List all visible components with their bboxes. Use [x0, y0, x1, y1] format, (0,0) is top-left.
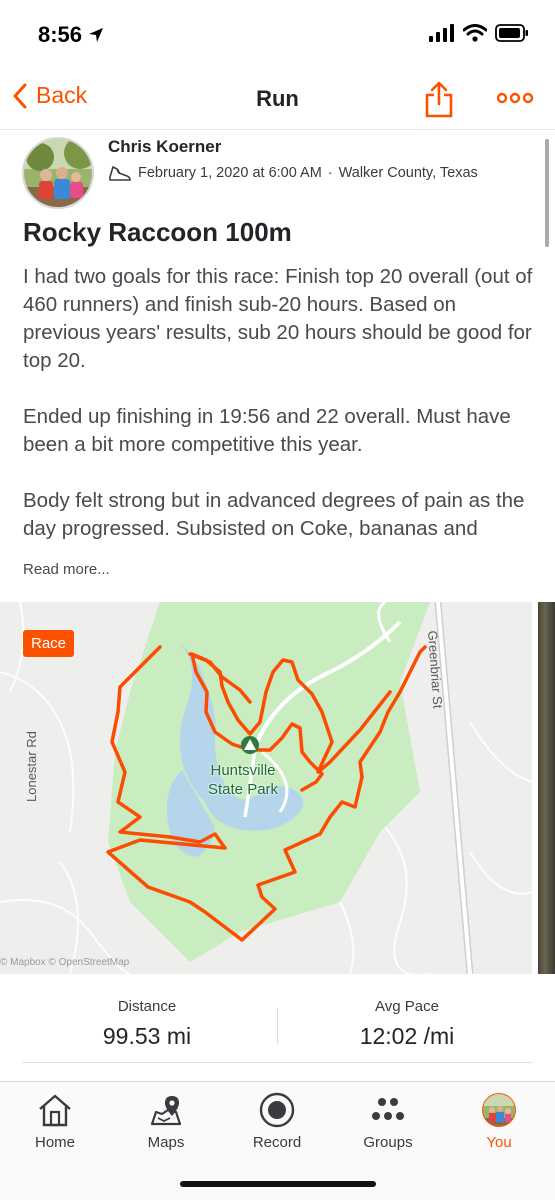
park-label-line2: State Park: [208, 781, 279, 798]
park-label: Huntsville State Park: [208, 761, 278, 799]
stat-distance: Distance 99.53 mi: [17, 998, 277, 1050]
back-label: Back: [36, 82, 88, 108]
nav-bar: Back Run: [0, 70, 555, 130]
tab-home[interactable]: Home: [10, 1090, 100, 1151]
stat-avg-pace: Avg Pace 12:02 /mi: [277, 998, 537, 1050]
stat-label: Avg Pace: [375, 998, 439, 1015]
activity-meta: February 1, 2020 at 6:00 AM · Walker Cou…: [108, 163, 478, 183]
status-icons: [429, 24, 529, 42]
stats-divider-line: [22, 1062, 533, 1063]
wifi-icon: [463, 24, 487, 42]
tab-groups[interactable]: Groups: [343, 1090, 433, 1151]
activity-date: February 1, 2020 at 6:00 AM: [138, 165, 322, 181]
status-bar: 8:56: [0, 0, 555, 70]
meta-separator: ·: [327, 165, 333, 181]
stat-value: 12:02 /mi: [359, 1023, 455, 1049]
tab-label: Maps: [147, 1134, 185, 1151]
tab-record[interactable]: Record: [232, 1090, 322, 1151]
activity-stats: Distance 99.53 mi Avg Pace 12:02 /mi: [0, 986, 555, 1066]
tab-label: You: [486, 1134, 512, 1151]
map-attribution[interactable]: © Mapbox © OpenStreetMap: [0, 957, 129, 968]
athlete-header[interactable]: [22, 137, 94, 209]
battery-icon: [495, 24, 528, 42]
tab-bar: Home Maps Record Groups You: [0, 1081, 555, 1200]
description-paragraph: Ended up finishing in 19:56 and 22 overa…: [23, 405, 511, 456]
scrollbar[interactable]: [545, 139, 549, 247]
stat-value: 99.53 mi: [102, 1023, 192, 1049]
back-button[interactable]: Back: [12, 82, 87, 109]
stat-label: Distance: [117, 998, 177, 1015]
activity-detail[interactable]: Chris Koerner February 1, 2020 at 6:00 A…: [0, 131, 555, 1081]
description-paragraph: Body felt strong but in advanced degrees…: [23, 489, 525, 540]
groups-icon: [368, 1090, 408, 1130]
location-arrow-icon: [89, 28, 104, 42]
share-icon[interactable]: [424, 80, 454, 118]
chevron-left-icon: [13, 83, 27, 108]
athlete-avatar[interactable]: [22, 137, 94, 209]
avatar-photo: [24, 139, 92, 207]
more-options-icon[interactable]: [496, 86, 534, 110]
tab-label: Home: [34, 1134, 75, 1151]
maps-icon: [146, 1090, 186, 1130]
home-icon: [35, 1090, 75, 1130]
race-badge[interactable]: Race: [23, 630, 75, 657]
record-icon: [257, 1090, 297, 1130]
activity-location: Walker County, Texas: [338, 165, 478, 181]
home-indicator[interactable]: [180, 1181, 376, 1187]
park-label-line1: Huntsville: [210, 762, 276, 779]
status-time: 8:56: [38, 22, 104, 48]
activity-photo-thumbnail[interactable]: [538, 602, 555, 974]
tab-you[interactable]: You: [454, 1090, 544, 1151]
athlete-name[interactable]: Chris Koerner: [108, 137, 221, 157]
description-paragraph: I had two goals for this race: Finish to…: [23, 265, 533, 372]
read-more-link[interactable]: Read more...: [23, 561, 110, 578]
route-map[interactable]: Race Lonestar Rd Greenbriar St Huntsvill…: [0, 602, 532, 974]
activity-description: I had two goals for this race: Finish to…: [23, 263, 535, 571]
clock-text: 8:56: [38, 22, 83, 47]
shoe-icon: [109, 166, 131, 181]
tab-label: Record: [252, 1134, 302, 1151]
road-label-west: Lonestar Rd: [24, 731, 39, 802]
activity-title: Rocky Raccoon 100m: [23, 217, 292, 247]
tab-maps[interactable]: Maps: [121, 1090, 211, 1151]
tab-label: Groups: [363, 1134, 413, 1151]
avatar-icon: [479, 1090, 519, 1130]
cellular-signal-icon: [429, 24, 454, 42]
